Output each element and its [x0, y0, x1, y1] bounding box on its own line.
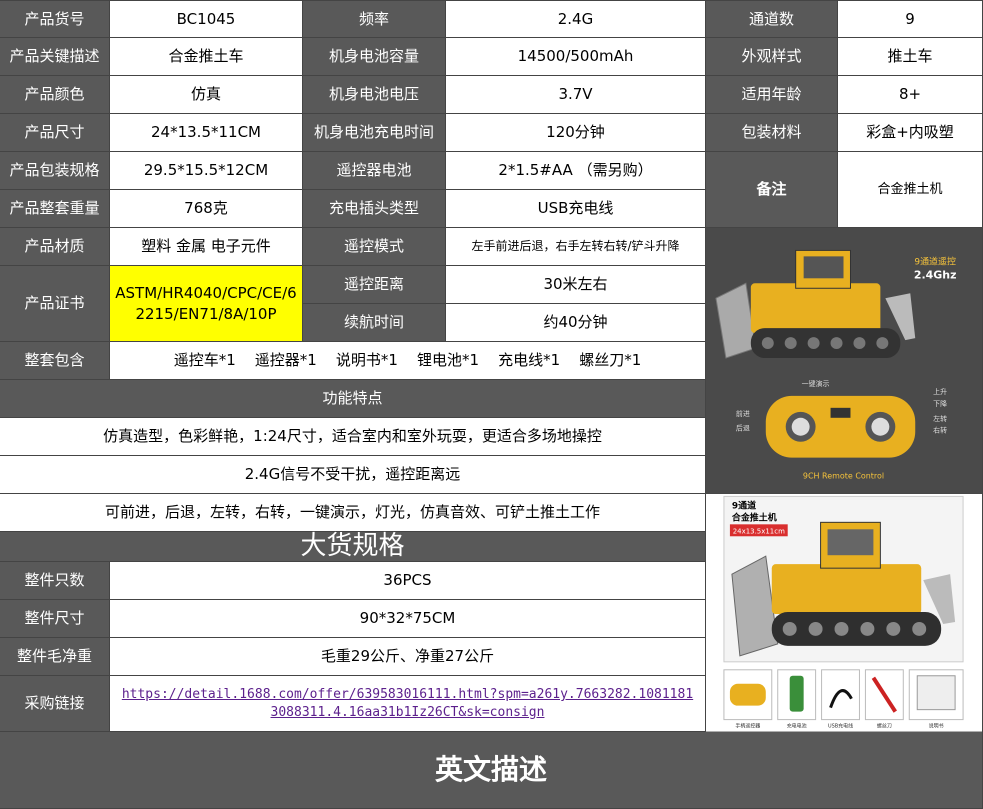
value-remote-battery: 2*1.5#AA （需另购） — [446, 152, 706, 190]
product-image-light: 9通道 合金推土机 24x13.5x11cm 手柄遥控器 充电电池 USB充电线… — [706, 493, 983, 732]
label-size: 产品尺寸 — [0, 114, 110, 152]
label-battery-voltage: 机身电池电压 — [303, 76, 446, 114]
label-age: 适用年龄 — [706, 76, 838, 114]
label-key-description: 产品关键描述 — [0, 38, 110, 76]
value-remote-distance: 30米左右 — [446, 266, 706, 304]
feature-line-3: 可前进，后退，左转，右转，一键演示，灯光，仿真音效、可铲土推土工作 — [0, 494, 706, 532]
value-endurance: 约40分钟 — [446, 304, 706, 342]
label-package-contents: 整套包含 — [0, 342, 110, 380]
image2-title-2: 合金推土机 — [732, 511, 777, 523]
badge-channel: 9通道遥控 — [914, 255, 956, 267]
value-weight: 768克 — [110, 190, 303, 228]
callout-right: 右转 — [933, 425, 947, 434]
feature-line-1: 仿真造型，色彩鲜艳，1:24尺寸，适合室内和室外玩耍，更适合多场地操控 — [0, 418, 706, 456]
value-age: 8+ — [838, 76, 983, 114]
feature-line-2: 2.4G信号不受干扰，遥控距离远 — [0, 456, 706, 494]
product-spec-sheet: 产品货号 BC1045 频率 2.4G 通道数 9 产品关键描述 合金推土车 机… — [0, 0, 983, 809]
label-material: 产品材质 — [0, 228, 110, 266]
label-endurance: 续航时间 — [303, 304, 446, 342]
value-charge-time: 120分钟 — [446, 114, 706, 152]
value-battery-capacity: 14500/500mAh — [446, 38, 706, 76]
value-remark: 合金推土机 — [838, 152, 983, 228]
value-product-code: BC1045 — [110, 0, 303, 38]
label-weight: 产品整套重量 — [0, 190, 110, 228]
purchase-link[interactable]: https://detail.1688.com/offer/6395830161… — [110, 686, 705, 721]
callout-up: 上升 — [933, 386, 947, 395]
features-title: 功能特点 — [0, 380, 706, 418]
label-plug-type: 充电插头类型 — [303, 190, 446, 228]
value-material: 塑料 金属 电子元件 — [110, 228, 303, 266]
value-key-description: 合金推土车 — [110, 38, 303, 76]
label-channels: 通道数 — [706, 0, 838, 38]
thumb-label-remote: 手柄遥控器 — [735, 722, 760, 729]
value-plug-type: USB充电线 — [446, 190, 706, 228]
product-image-dark: 9通道遥控 2.4Ghz 一键演示 上升 下降 前进 后退 左转 右转 9CH … — [706, 227, 983, 494]
label-certificate: 产品证书 — [0, 266, 110, 342]
value-color: 仿真 — [110, 76, 303, 114]
value-carton-weight: 毛重29公斤、净重27公斤 — [110, 638, 706, 676]
badge-frequency: 2.4Ghz — [914, 268, 957, 281]
callout-demo: 一键演示 — [802, 378, 830, 387]
callout-left: 左转 — [933, 413, 947, 422]
value-carton-qty: 36PCS — [110, 562, 706, 600]
value-packaging-material: 彩盒+内吸塑 — [838, 114, 983, 152]
bulldozer-accessories-illustration: 9通道 合金推土机 24x13.5x11cm 手柄遥控器 充电电池 USB充电线… — [706, 493, 982, 732]
value-package-contents: 遥控车*1 遥控器*1 说明书*1 锂电池*1 充电线*1 螺丝刀*1 — [110, 342, 706, 380]
label-remote-distance: 遥控距离 — [303, 266, 446, 304]
thumb-label-manual: 说明书 — [929, 722, 944, 729]
thumb-remote-icon — [729, 683, 766, 706]
label-control-mode: 遥控模式 — [303, 228, 446, 266]
label-appearance: 外观样式 — [706, 38, 838, 76]
label-color: 产品颜色 — [0, 76, 110, 114]
label-carton-qty: 整件只数 — [0, 562, 110, 600]
label-carton-weight: 整件毛净重 — [0, 638, 110, 676]
english-description-title: 英文描述 — [0, 732, 983, 809]
thumb-label-battery: 充电电池 — [787, 722, 807, 729]
certificate-text: ASTM/HR4040/CPC/CE/62215/EN71/8A/10P — [115, 284, 297, 323]
value-battery-voltage: 3.7V — [446, 76, 706, 114]
label-remote-battery: 遥控器电池 — [303, 152, 446, 190]
callout-backward: 后退 — [736, 423, 750, 432]
bulldozer-body-icon-2 — [771, 563, 922, 614]
label-remark: 备注 — [706, 152, 838, 228]
image2-title-1: 9通道 — [732, 499, 756, 511]
accessory-thumbnails — [723, 668, 964, 720]
label-carton-size: 整件尺寸 — [0, 600, 110, 638]
callout-forward: 前进 — [736, 408, 750, 417]
thumb-label-screwdriver: 螺丝刀 — [877, 722, 892, 729]
label-packaging-material: 包装材料 — [706, 114, 838, 152]
value-certificate: ASTM/HR4040/CPC/CE/62215/EN71/8A/10P — [110, 266, 303, 342]
value-carton-size: 90*32*75CM — [110, 600, 706, 638]
label-battery-capacity: 机身电池容量 — [303, 38, 446, 76]
value-channels: 9 — [838, 0, 983, 38]
label-purchase-link: 采购链接 — [0, 676, 110, 732]
label-frequency: 频率 — [303, 0, 446, 38]
value-size: 24*13.5*11CM — [110, 114, 303, 152]
bulldozer-body-icon — [750, 282, 881, 333]
value-control-mode: 左手前进后退，右手左转右转/铲斗升降 — [446, 228, 706, 266]
value-frequency: 2.4G — [446, 0, 706, 38]
remote-caption: 9CH Remote Control — [803, 471, 884, 480]
thumb-manual-icon — [916, 674, 956, 710]
label-package-spec: 产品包装规格 — [0, 152, 110, 190]
bulk-title: 大货规格 — [0, 531, 706, 562]
purchase-link-cell: https://detail.1688.com/offer/6395830161… — [110, 676, 706, 732]
thumb-label-usb: USB充电线 — [828, 722, 853, 729]
size-tag-text: 24x13.5x11cm — [733, 527, 785, 535]
value-appearance: 推土车 — [838, 38, 983, 76]
callout-down: 下降 — [933, 398, 947, 407]
thumb-battery-icon — [789, 675, 804, 712]
bulldozer-remote-illustration: 9通道遥控 2.4Ghz 一键演示 上升 下降 前进 后退 左转 右转 9CH … — [706, 227, 982, 494]
label-charge-time: 机身电池充电时间 — [303, 114, 446, 152]
label-product-code: 产品货号 — [0, 0, 110, 38]
value-package-spec: 29.5*15.5*12CM — [110, 152, 303, 190]
